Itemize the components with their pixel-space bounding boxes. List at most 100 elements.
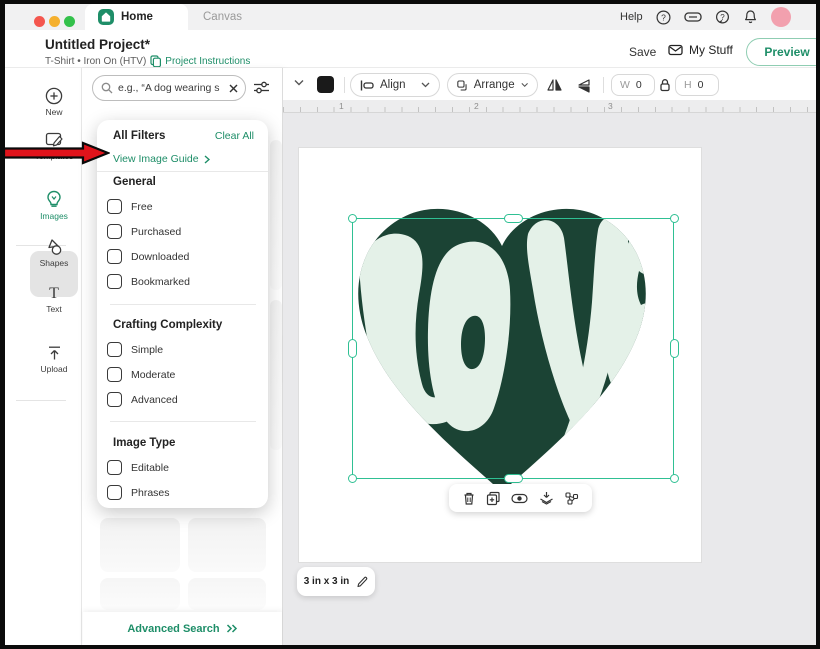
- edit-pencil-icon[interactable]: [356, 576, 368, 588]
- sidebar-item-shapes[interactable]: Shapes: [27, 238, 81, 268]
- image-result-placeholder[interactable]: [100, 578, 180, 610]
- selection-handle-bottom-left[interactable]: [348, 474, 357, 483]
- hide-icon[interactable]: [511, 493, 528, 504]
- weld-icon[interactable]: [564, 491, 579, 506]
- image-search-bar[interactable]: [92, 75, 246, 101]
- divider: [16, 400, 66, 401]
- tab-home-label: Home: [121, 11, 153, 23]
- checkbox[interactable]: [107, 199, 122, 214]
- my-stuff-button[interactable]: My Stuff: [668, 43, 733, 57]
- flatten-icon[interactable]: [539, 491, 554, 505]
- my-stuff-label: My Stuff: [689, 43, 733, 57]
- help-icon[interactable]: ?: [656, 10, 671, 25]
- divider: [110, 421, 256, 422]
- shapes-icon: [45, 238, 64, 256]
- machine-icon[interactable]: [684, 10, 702, 24]
- selection-handle-bottom-right[interactable]: [670, 474, 679, 483]
- sidebar-item-images[interactable]: Images: [27, 190, 81, 221]
- tab-home[interactable]: Home: [85, 4, 188, 30]
- project-instructions-icon: [150, 55, 161, 67]
- project-material-label: T-Shirt • Iron On (HTV): [45, 56, 146, 67]
- checkbox[interactable]: [107, 224, 122, 239]
- flip-vertical-icon[interactable]: [576, 78, 592, 93]
- checkbox[interactable]: [107, 460, 122, 475]
- height-field[interactable]: H 0: [675, 74, 719, 96]
- filter-section-general: General: [113, 176, 156, 188]
- arrange-dropdown[interactable]: Arrange: [447, 73, 538, 97]
- envelope-icon: [668, 44, 683, 56]
- sidebar-item-new[interactable]: New: [27, 87, 81, 117]
- view-image-guide-link[interactable]: View Image Guide: [113, 153, 210, 165]
- width-field[interactable]: W 0: [611, 74, 655, 96]
- filter-option-downloaded[interactable]: Downloaded: [107, 249, 189, 264]
- annotation-arrow: [5, 141, 110, 165]
- close-window-button[interactable]: [34, 16, 45, 27]
- project-instructions-link[interactable]: Project Instructions: [165, 56, 250, 67]
- plus-circle-icon: [45, 87, 63, 105]
- search-input[interactable]: [118, 82, 223, 94]
- user-avatar[interactable]: [771, 7, 791, 27]
- divider: [603, 77, 604, 93]
- app-window: Home Canvas Help ? ? Untitled Project* T…: [0, 0, 820, 649]
- filter-option-bookmarked[interactable]: Bookmarked: [107, 274, 190, 289]
- selection-handle-top-left[interactable]: [348, 214, 357, 223]
- filter-option-advanced[interactable]: Advanced: [107, 392, 178, 407]
- delete-icon[interactable]: [462, 491, 476, 506]
- image-result-placeholder[interactable]: [188, 578, 266, 610]
- image-result-placeholder: [270, 140, 282, 290]
- align-icon: [360, 80, 374, 91]
- ruler-ticks: [283, 107, 816, 112]
- svg-text:?: ?: [661, 12, 666, 22]
- divider: [110, 304, 256, 305]
- checkbox[interactable]: [107, 342, 122, 357]
- color-swatch[interactable]: [317, 76, 334, 93]
- selection-handle-bottom-center[interactable]: [504, 474, 523, 483]
- selection-handle-middle-left[interactable]: [348, 339, 357, 358]
- filter-option-editable[interactable]: Editable: [107, 460, 169, 475]
- checkbox[interactable]: [107, 249, 122, 264]
- clear-search-icon[interactable]: [228, 83, 239, 94]
- lock-ratio-icon[interactable]: [659, 78, 671, 92]
- align-dropdown[interactable]: Align: [350, 73, 440, 97]
- selection-bounding-box[interactable]: [352, 218, 674, 479]
- minimize-window-button[interactable]: [49, 16, 60, 27]
- selection-handle-top-right[interactable]: [670, 214, 679, 223]
- duplicate-icon[interactable]: [486, 491, 501, 506]
- checkbox[interactable]: [107, 367, 122, 382]
- double-chevron-right-icon: [226, 624, 238, 633]
- text-tool-icon: T: [27, 286, 81, 302]
- flip-horizontal-icon[interactable]: [546, 77, 563, 93]
- chevron-down-icon[interactable]: [294, 79, 304, 86]
- advanced-search-link[interactable]: Advanced Search: [83, 612, 282, 645]
- selection-handle-middle-right[interactable]: [670, 339, 679, 358]
- image-result-placeholder[interactable]: [100, 518, 180, 572]
- tab-canvas[interactable]: Canvas: [203, 4, 242, 30]
- filter-option-phrases[interactable]: Phrases: [107, 485, 170, 500]
- checkbox[interactable]: [107, 274, 122, 289]
- help-label[interactable]: Help: [620, 11, 643, 23]
- filter-option-free[interactable]: Free: [107, 199, 153, 214]
- all-filters-title: All Filters: [113, 130, 165, 142]
- checkbox[interactable]: [107, 392, 122, 407]
- notifications-bell-icon[interactable]: [743, 9, 758, 25]
- sidebar-item-text[interactable]: T Text: [27, 286, 81, 314]
- preview-button[interactable]: Preview: [746, 38, 816, 66]
- sidebar-item-upload[interactable]: Upload: [27, 345, 81, 374]
- filter-option-purchased[interactable]: Purchased: [107, 224, 181, 239]
- filters-sliders-icon[interactable]: [253, 80, 270, 95]
- maximize-window-button[interactable]: [64, 16, 75, 27]
- app-logo-icon: [98, 9, 114, 25]
- chevron-down-icon: [521, 82, 528, 88]
- image-result-placeholder[interactable]: [188, 518, 266, 572]
- filter-option-simple[interactable]: Simple: [107, 342, 163, 357]
- selection-handle-top-center[interactable]: [504, 214, 523, 223]
- image-result-placeholder: [270, 300, 282, 450]
- artboard-size-badge[interactable]: 3 in x 3 in: [297, 567, 375, 596]
- filter-option-moderate[interactable]: Moderate: [107, 367, 175, 382]
- support-chat-icon[interactable]: ?: [715, 10, 730, 25]
- filter-section-complexity: Crafting Complexity: [113, 319, 222, 331]
- save-button[interactable]: Save: [629, 45, 656, 59]
- checkbox[interactable]: [107, 485, 122, 500]
- horizontal-ruler: 1 2 3: [283, 100, 816, 113]
- clear-all-link[interactable]: Clear All: [215, 130, 254, 142]
